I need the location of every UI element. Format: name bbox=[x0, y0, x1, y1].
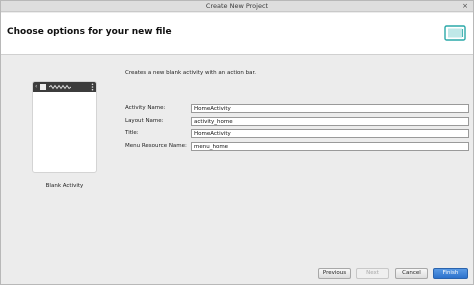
dialog-window: Create New Project × Choose options for … bbox=[0, 0, 474, 285]
activity-name-label: Activity Name: bbox=[125, 105, 166, 111]
layout-name-label: Layout Name: bbox=[125, 118, 164, 124]
overflow-menu-icon bbox=[91, 83, 94, 91]
device-preview-icon bbox=[444, 25, 466, 41]
preview-action-bar: ‹ bbox=[33, 82, 96, 92]
cancel-button[interactable]: Cancel bbox=[395, 268, 428, 279]
title-placeholder-icon bbox=[49, 84, 71, 90]
template-caption: Blank Activity bbox=[45, 183, 84, 189]
template-description: Creates a new blank activity with an act… bbox=[125, 70, 257, 76]
menu-resource-name-input[interactable] bbox=[191, 142, 469, 151]
title-label: Title: bbox=[125, 130, 139, 136]
menu-resource-name-label: Menu Resource Name: bbox=[125, 143, 187, 149]
blank-activity-preview: ‹ bbox=[32, 81, 97, 173]
title-bar[interactable]: Create New Project × bbox=[1, 1, 473, 12]
page-title: Choose options for your new file bbox=[7, 27, 172, 37]
title-input[interactable] bbox=[191, 129, 469, 138]
chevron-left-icon: ‹ bbox=[35, 83, 38, 90]
layout-name-input[interactable] bbox=[191, 117, 469, 126]
close-icon[interactable]: × bbox=[462, 1, 468, 12]
window-title: Create New Project bbox=[205, 2, 269, 10]
finish-button[interactable]: Finish bbox=[433, 268, 468, 279]
previous-button[interactable]: Previous bbox=[318, 268, 351, 279]
header-panel: Choose options for your new file bbox=[1, 13, 473, 55]
app-logo-icon bbox=[40, 84, 46, 90]
activity-name-input[interactable] bbox=[191, 104, 469, 113]
next-button[interactable]: Next bbox=[356, 268, 389, 279]
